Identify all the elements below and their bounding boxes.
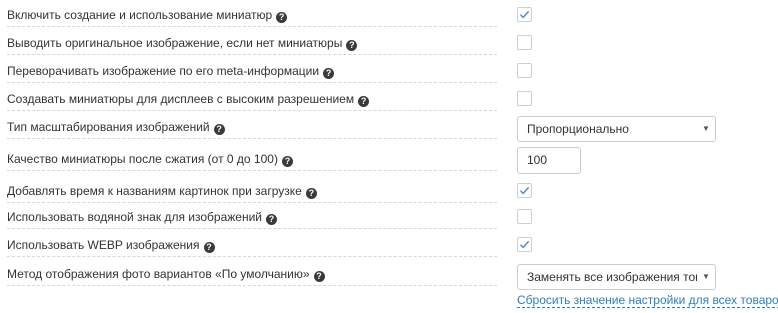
setting-row-watermark: Использовать водяной знак для изображени…	[0, 206, 778, 234]
help-icon[interactable]: ?	[281, 156, 293, 167]
setting-row-variant-photo-method: Метод отображения фото вариантов «По умо…	[0, 263, 778, 291]
webp-checkbox[interactable]	[517, 237, 532, 252]
setting-row-rotate-meta: Переворачивать изображение по его meta-и…	[0, 60, 778, 88]
help-icon[interactable]: ?	[323, 68, 335, 79]
help-icon[interactable]: ?	[213, 124, 225, 135]
select-value: Заменять все изображения товара	[527, 270, 716, 284]
help-icon[interactable]: ?	[203, 242, 215, 253]
reset-setting-link[interactable]: Сбросить значение настройки для всех тов…	[517, 293, 778, 308]
setting-row-hidpi: Создавать миниатюры для дисплеев с высок…	[0, 88, 778, 116]
setting-row-quality: Качество миниатюры после сжатия (от 0 до…	[0, 147, 778, 176]
thumbnails-checkbox[interactable]	[517, 7, 532, 22]
help-icon[interactable]: ?	[276, 12, 288, 23]
setting-row-original-image: Выводить оригинальное изображение, если …	[0, 32, 778, 60]
setting-label: Тип масштабирования изображений?	[7, 116, 497, 139]
add-time-checkbox[interactable]	[517, 183, 532, 198]
original-image-checkbox[interactable]	[517, 35, 532, 50]
setting-row-webp: Использовать WEBP изображения?	[0, 234, 778, 262]
help-icon[interactable]: ?	[313, 271, 325, 282]
select-value: Пропорционально	[527, 122, 629, 136]
rotate-meta-checkbox[interactable]	[517, 63, 532, 78]
setting-label: Переворачивать изображение по его meta-и…	[7, 60, 497, 83]
quality-input[interactable]: 100	[517, 147, 581, 174]
help-icon[interactable]: ?	[265, 214, 277, 225]
chevron-down-icon: ▼	[697, 117, 715, 141]
help-icon[interactable]: ?	[346, 40, 358, 51]
hidpi-checkbox[interactable]	[517, 91, 532, 106]
setting-label: Качество миниатюры после сжатия (от 0 до…	[7, 148, 497, 171]
setting-label: Включить создание и использование миниат…	[7, 4, 497, 27]
setting-row-scale-type: Тип масштабирования изображений? Пропорц…	[0, 116, 778, 144]
setting-label: Метод отображения фото вариантов «По умо…	[7, 263, 497, 286]
chevron-down-icon: ▼	[697, 265, 715, 289]
scale-type-select[interactable]: Пропорционально ▼	[517, 116, 716, 142]
setting-label: Добавлять время к названиям картинок при…	[7, 180, 497, 203]
setting-label: Создавать миниатюры для дисплеев с высок…	[7, 88, 497, 111]
setting-row-thumbnails: Включить создание и использование миниат…	[0, 4, 778, 32]
setting-row-add-time: Добавлять время к названиям картинок при…	[0, 180, 778, 208]
variant-photo-method-select[interactable]: Заменять все изображения товара ▼	[517, 264, 716, 290]
setting-label: Использовать водяной знак для изображени…	[7, 206, 497, 229]
watermark-checkbox[interactable]	[517, 209, 532, 224]
help-icon[interactable]: ?	[305, 188, 317, 199]
help-icon[interactable]: ?	[358, 96, 370, 107]
setting-label: Выводить оригинальное изображение, если …	[7, 32, 497, 55]
setting-label: Использовать WEBP изображения?	[7, 234, 497, 257]
